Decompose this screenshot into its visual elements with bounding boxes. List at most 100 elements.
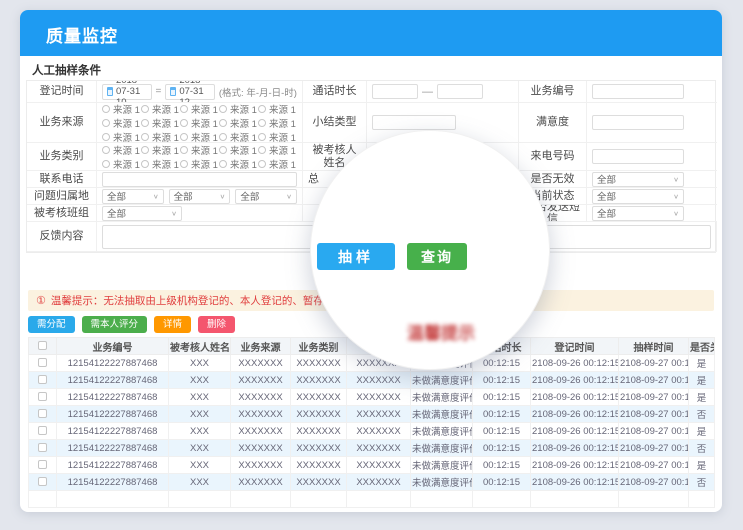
source-option-checkbox[interactable]: 来源 1 — [102, 143, 141, 157]
chevron-down-icon: ∨ — [219, 192, 225, 199]
table-cell: XXXXXXX — [347, 423, 411, 440]
source-option-checkbox[interactable]: 来源 1 — [219, 157, 258, 171]
option-label: 来源 1 — [230, 116, 257, 130]
source-option-checkbox[interactable]: 来源 1 — [180, 130, 219, 144]
table-cell: 是 — [689, 457, 715, 474]
source-option-checkbox[interactable]: 来源 1 — [180, 143, 219, 157]
source-option-checkbox[interactable]: 来源 1 — [141, 116, 180, 130]
source-option-checkbox[interactable]: 来源 1 — [219, 130, 258, 144]
checkbox-circle-icon — [102, 105, 110, 113]
table-cell: 2108-09-26 00:12:15 — [531, 474, 619, 491]
contact-phone-input[interactable] — [102, 172, 297, 187]
table-cell: XXXXXXX — [291, 355, 347, 372]
source-option-checkbox[interactable]: 来源 1 — [258, 157, 297, 171]
sample-button[interactable]: 抽样 — [317, 243, 395, 270]
table-cell: 00:12:15 — [473, 440, 531, 457]
select-all-checkbox[interactable] — [38, 341, 47, 350]
option-label: 来源 1 — [152, 143, 179, 157]
table-cell: XXXXXXX — [231, 406, 291, 423]
table-row[interactable]: 12154122227887468XXXXXXXXXXXXXXXXXXXXXXX… — [29, 474, 715, 491]
problem-region-label: 问题归属地 — [27, 188, 97, 205]
table-row-partial — [29, 491, 715, 508]
current-status-select[interactable]: 全部∨ — [592, 189, 684, 204]
calendar-icon — [170, 87, 176, 96]
table-cell: XXXXXXX — [291, 406, 347, 423]
register-time-label: 登记时间 — [27, 81, 97, 103]
source-option-checkbox[interactable]: 来源 1 — [102, 157, 141, 171]
source-option-checkbox[interactable]: 来源 1 — [219, 116, 258, 130]
is-invalid-select[interactable]: 全部∨ — [592, 172, 684, 187]
row-checkbox[interactable] — [38, 358, 47, 367]
source-option-checkbox[interactable]: 来源 1 — [141, 143, 180, 157]
source-option-checkbox[interactable]: 来源 1 — [141, 130, 180, 144]
option-label: 来源 1 — [152, 157, 179, 171]
problem-region-select-2[interactable]: 全部∨ — [169, 189, 231, 204]
row-checkbox[interactable] — [38, 460, 47, 469]
source-option-checkbox[interactable]: 来源 1 — [219, 103, 258, 116]
register-time-to[interactable]: 2018-07-31 12 — [165, 84, 215, 100]
query-button[interactable]: 查询 — [407, 243, 467, 270]
table-row[interactable]: 12154122227887468XXXXXXXXXXXXXXXXXXXXXXX… — [29, 372, 715, 389]
problem-region-select-1[interactable]: 全部∨ — [102, 189, 164, 204]
row-checkbox[interactable] — [38, 409, 47, 418]
table-row[interactable]: 12154122227887468XXXXXXXXXXXXXXXXXXXXXXX… — [29, 457, 715, 474]
satisfaction-input[interactable] — [592, 115, 684, 130]
problem-region-select-3[interactable]: 全部∨ — [235, 189, 297, 204]
source-option-checkbox[interactable]: 来源 1 — [102, 130, 141, 144]
option-label: 来源 1 — [230, 143, 257, 157]
option-label: 来源 1 — [230, 130, 257, 144]
chevron-down-icon: ∨ — [673, 209, 679, 216]
caller-no-input[interactable] — [592, 149, 684, 164]
source-option-checkbox[interactable]: 来源 1 — [180, 116, 219, 130]
row-checkbox[interactable] — [38, 477, 47, 486]
summary-type-input[interactable] — [372, 115, 456, 130]
filter-section-title: 人工抽样条件 — [32, 62, 101, 78]
table-cell: 未做满意度评价 — [411, 389, 473, 406]
business-no-label: 业务编号 — [519, 81, 587, 103]
checkbox-circle-icon — [258, 146, 266, 154]
need-assign-button[interactable]: 需分配 — [28, 316, 75, 333]
source-option-checkbox[interactable]: 来源 1 — [258, 116, 297, 130]
table-row[interactable]: 12154122227887468XXXXXXXXXXXXXXXXXXXXXXX… — [29, 406, 715, 423]
table-cell: XXX — [169, 423, 231, 440]
table-row[interactable]: 12154122227887468XXXXXXXXXXXXXXXXXXXXXXX… — [29, 355, 715, 372]
send-sms-select[interactable]: 全部∨ — [592, 206, 684, 221]
table-cell: 否 — [689, 474, 715, 491]
source-option-checkbox[interactable]: 来源 1 — [102, 103, 141, 116]
source-option-checkbox[interactable]: 来源 1 — [258, 130, 297, 144]
checkbox-circle-icon — [219, 133, 227, 141]
need-self-score-button[interactable]: 需本人评分 — [82, 316, 148, 333]
call-duration-min-input[interactable] — [372, 84, 418, 99]
business-no-input[interactable] — [592, 84, 684, 99]
source-option-checkbox[interactable]: 来源 1 — [180, 103, 219, 116]
source-option-checkbox[interactable]: 来源 1 — [219, 143, 258, 157]
row-checkbox[interactable] — [38, 375, 47, 384]
row-checkbox[interactable] — [38, 426, 47, 435]
summary-type-label: 小结类型 — [303, 103, 367, 143]
source-option-checkbox[interactable]: 来源 1 — [258, 143, 297, 157]
table-cell: 未做满意度评价 — [411, 474, 473, 491]
table-cell: 12154122227887468 — [57, 457, 169, 474]
row-checkbox[interactable] — [38, 443, 47, 452]
checkbox-circle-icon — [258, 119, 266, 127]
source-option-checkbox[interactable]: 来源 1 — [141, 103, 180, 116]
source-option-checkbox[interactable]: 来源 1 — [180, 157, 219, 171]
table-row[interactable]: 12154122227887468XXXXXXXXXXXXXXXXXXXXXXX… — [29, 423, 715, 440]
row-checkbox[interactable] — [38, 392, 47, 401]
table-row[interactable]: 12154122227887468XXXXXXXXXXXXXXXXXXXXXXX… — [29, 440, 715, 457]
checkbox-circle-icon — [180, 160, 188, 168]
source-option-checkbox[interactable]: 来源 1 — [258, 103, 297, 116]
source-option-checkbox[interactable]: 来源 1 — [102, 116, 141, 130]
table-row[interactable]: 12154122227887468XXXXXXXXXXXXXXXXXXXXXXX… — [29, 389, 715, 406]
call-duration-max-input[interactable] — [437, 84, 483, 99]
table-cell: XXXXXXX — [347, 474, 411, 491]
table-cell: XXXXXXX — [291, 423, 347, 440]
register-time-from[interactable]: 2018-07-31 10 — [102, 84, 152, 100]
source-option-checkbox[interactable]: 来源 1 — [141, 157, 180, 171]
checkbox-circle-icon — [180, 146, 188, 154]
detail-button[interactable]: 详情 — [154, 316, 191, 333]
option-label: 来源 1 — [113, 143, 140, 157]
assessee-team-select[interactable]: 全部∨ — [102, 206, 182, 221]
delete-button[interactable]: 删除 — [198, 316, 235, 333]
column-header: 业务类别 — [291, 338, 347, 355]
